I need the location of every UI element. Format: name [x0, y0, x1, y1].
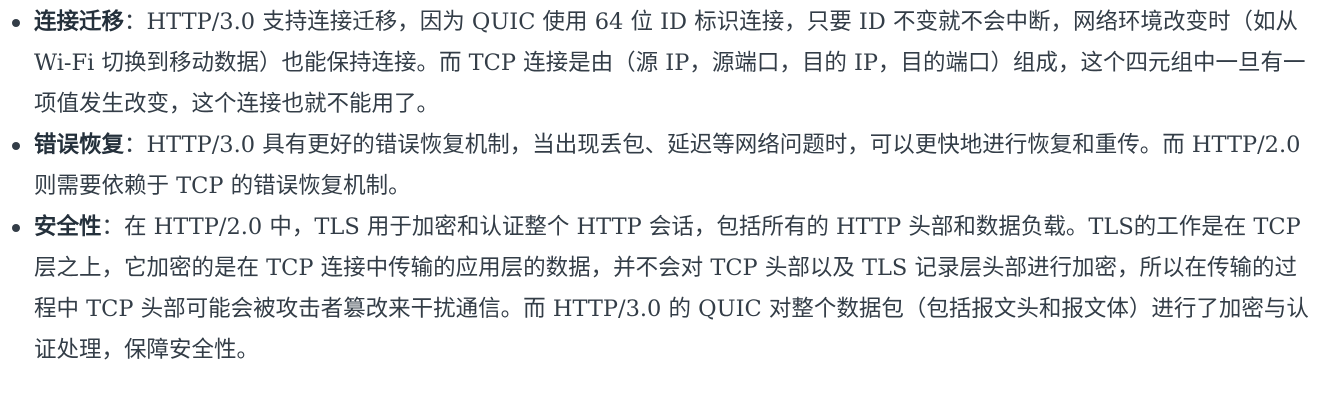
item-term: 安全性	[34, 214, 102, 240]
item-separator: ：	[101, 214, 125, 240]
bullet-icon	[12, 19, 20, 27]
feature-list: 连接迁移：HTTP/3.0 支持连接迁移，因为 QUIC 使用 64 位 ID …	[0, 2, 1309, 371]
bullet-icon	[12, 224, 20, 232]
item-term: 连接迁移	[34, 9, 125, 35]
list-item-error-recovery: 错误恢复：HTTP/3.0 具有更好的错误恢复机制，当出现丢包、延迟等网络问题时…	[0, 125, 1309, 207]
bullet-icon	[12, 142, 20, 150]
item-separator: ：	[124, 9, 147, 35]
document-body: 连接迁移：HTTP/3.0 支持连接迁移，因为 QUIC 使用 64 位 ID …	[0, 0, 1321, 371]
item-term: 错误恢复	[34, 132, 125, 158]
item-text: HTTP/3.0 支持连接迁移，因为 QUIC 使用 64 位 ID 标识连接，…	[34, 9, 1306, 117]
item-separator: ：	[124, 132, 147, 158]
item-text: HTTP/3.0 具有更好的错误恢复机制，当出现丢包、延迟等网络问题时，可以更快…	[34, 132, 1301, 199]
item-text: 在 HTTP/2.0 中，TLS 用于加密和认证整个 HTTP 会话，包括所有的…	[34, 214, 1309, 363]
list-item-security: 安全性：在 HTTP/2.0 中，TLS 用于加密和认证整个 HTTP 会话，包…	[0, 207, 1309, 371]
list-item-connection-migration: 连接迁移：HTTP/3.0 支持连接迁移，因为 QUIC 使用 64 位 ID …	[0, 2, 1309, 125]
